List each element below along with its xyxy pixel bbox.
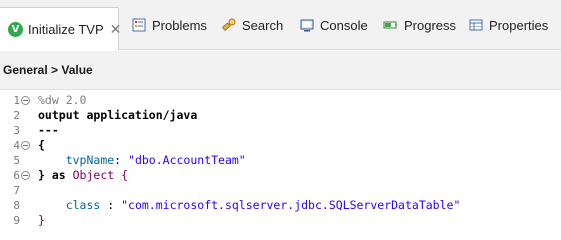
code-line: 5 tvpName: "dbo.AccountTeam" <box>0 153 246 168</box>
section-title: General > Value <box>0 51 561 90</box>
line-number: 5 <box>13 154 20 167</box>
tab-label: Progress <box>404 17 457 33</box>
line-gutter: 2 <box>0 108 38 123</box>
code-text: tvpName: "dbo.AccountTeam" <box>65 153 246 167</box>
tab-initialize-tvp[interactable]: V Initialize TVP ✕ <box>0 7 122 50</box>
line-gutter: 7 <box>0 183 38 198</box>
tab-label: Search <box>242 17 284 33</box>
line-gutter: 3 <box>0 123 38 138</box>
line-number: 4 <box>13 139 20 152</box>
line-number: 6 <box>13 169 20 182</box>
code-brace: { <box>114 168 129 182</box>
code-type: Object <box>72 168 115 182</box>
tab-label: Initialize TVP <box>28 21 104 37</box>
code-keyword: } as <box>38 168 73 182</box>
code-text: %dw 2.0 <box>38 93 87 107</box>
line-number: 9 <box>13 214 20 227</box>
fold-toggle-icon[interactable] <box>21 96 30 105</box>
line-gutter: 6 <box>0 168 38 183</box>
progress-icon <box>383 17 399 33</box>
view-tab-bar: V Initialize TVP ✕ Problems Search Conso… <box>0 0 561 50</box>
code-text: } <box>38 213 45 227</box>
line-gutter: 9 <box>0 213 38 228</box>
line-gutter: 1 <box>0 93 38 108</box>
properties-icon <box>468 17 484 33</box>
tab-search[interactable]: Search <box>221 7 283 43</box>
code-text: --- <box>38 123 59 137</box>
code-line: 3 --- <box>0 123 59 138</box>
fold-toggle-icon[interactable] <box>21 141 30 150</box>
search-icon <box>221 17 237 33</box>
v-badge-icon: V <box>8 21 23 37</box>
code-string: "com.microsoft.sqlserver.jdbc.SQLServerD… <box>121 198 461 212</box>
tab-progress[interactable]: Progress <box>383 7 456 43</box>
tab-console[interactable]: Console <box>299 7 368 43</box>
line-gutter: 4 <box>0 138 38 153</box>
line-gutter: 5 <box>0 153 38 168</box>
code-separator: : <box>100 198 122 212</box>
code-line: 6 } as Object { <box>0 168 128 183</box>
line-gutter: 8 <box>0 198 38 213</box>
code-text: class : "com.microsoft.sqlserver.jdbc.SQ… <box>38 198 461 213</box>
code-text: } as Object { <box>38 168 128 183</box>
line-number: 7 <box>13 184 20 197</box>
breadcrumb: General > Value <box>3 63 93 77</box>
tab-properties[interactable]: Properties <box>468 7 548 43</box>
code-line: 8 class : "com.microsoft.sqlserver.jdbc.… <box>0 198 460 213</box>
code-text: { <box>38 138 45 152</box>
code-line: 4 { <box>0 138 45 153</box>
tab-problems[interactable]: Problems <box>131 7 207 43</box>
code-string: "dbo.AccountTeam" <box>128 153 246 167</box>
close-icon[interactable]: ✕ <box>110 21 122 38</box>
line-number: 1 <box>13 94 20 107</box>
tab-label: Properties <box>489 17 549 33</box>
tab-label: Problems <box>152 17 207 33</box>
line-number: 8 <box>13 199 20 212</box>
problems-icon <box>131 17 147 33</box>
code-line: 1 %dw 2.0 <box>0 93 86 108</box>
line-number: 3 <box>13 124 20 137</box>
fold-toggle-icon[interactable] <box>21 171 30 180</box>
code-editor[interactable]: 1 %dw 2.0 2 output application/java 3 --… <box>0 91 561 230</box>
console-icon <box>299 17 315 33</box>
line-number: 2 <box>13 109 20 122</box>
code-key: tvpName <box>65 153 115 167</box>
code-text: output application/java <box>38 108 198 122</box>
code-line: 9 } <box>0 213 45 228</box>
tab-label: Console <box>320 17 368 33</box>
code-line: 2 output application/java <box>0 108 197 123</box>
code-line: 7 <box>0 183 38 198</box>
code-key: class <box>65 198 101 212</box>
